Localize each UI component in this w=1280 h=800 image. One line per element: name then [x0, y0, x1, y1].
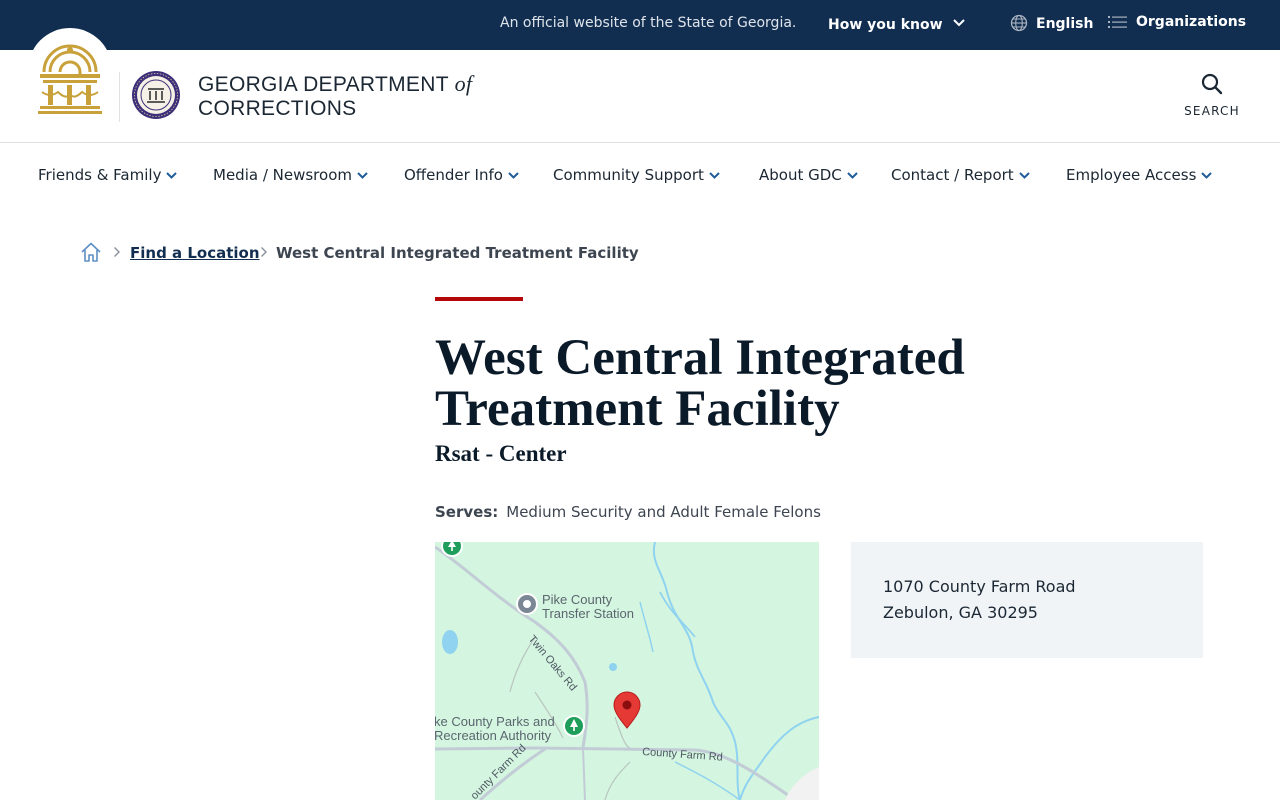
nav-contact-report[interactable]: Contact / Report: [891, 165, 1030, 184]
how-you-know-label: How you know: [828, 17, 943, 33]
chevron-down-icon: [847, 165, 858, 183]
site-title[interactable]: GEORGIA DEPARTMENT of CORRECTIONS: [198, 72, 472, 121]
search-icon: [1200, 73, 1224, 100]
nav-about-gdc[interactable]: About GDC: [759, 165, 858, 184]
serves-row: Serves: Medium Security and Adult Female …: [435, 503, 821, 521]
map-label-county-farm: County Farm Rd: [642, 746, 723, 764]
how-you-know-toggle[interactable]: How you know: [828, 15, 966, 33]
page-title: West Central Integrated Treatment Facili…: [435, 330, 965, 437]
serves-value: Medium Security and Adult Female Felons: [506, 503, 821, 521]
nav-community-support[interactable]: Community Support: [553, 165, 720, 184]
map-label-transfer-line1: Pike County: [542, 592, 613, 607]
main-nav: Friends & Family Media / Newsroom Offend…: [0, 143, 1280, 205]
stream-line: [674, 761, 741, 800]
chevron-down-icon: [357, 165, 368, 183]
nav-item-label: Offender Info: [404, 166, 503, 184]
home-icon[interactable]: [80, 241, 102, 267]
official-banner: An official website of the State of Geor…: [0, 0, 1280, 50]
minor-road: [604, 761, 631, 800]
nav-item-label: Friends & Family: [38, 166, 162, 184]
map-label-transfer-line2: Transfer Station: [542, 606, 634, 621]
language-label: English: [1036, 16, 1094, 32]
globe-icon: [1010, 14, 1028, 36]
chevron-down-icon: [953, 15, 966, 31]
map-label-county-farm-sw: ounty Farm Rd: [469, 742, 529, 800]
site-title-of: of: [454, 71, 473, 96]
nav-item-label: Community Support: [553, 166, 704, 184]
chevron-down-icon: [166, 165, 178, 183]
stream-line: [659, 591, 696, 638]
chevron-down-icon: [1018, 165, 1030, 183]
georgia-arch-logo[interactable]: [36, 40, 104, 120]
nav-item-label: Contact / Report: [891, 166, 1014, 184]
map-pin-icon[interactable]: [613, 691, 641, 729]
address-city: Zebulon, GA 30295: [883, 603, 1038, 622]
chevron-down-icon: [1201, 165, 1213, 183]
breadcrumb-find-location[interactable]: Find a Location: [130, 244, 260, 262]
nav-item-label: Employee Access: [1066, 166, 1197, 184]
pond-shape: [442, 630, 458, 654]
nav-item-label: About GDC: [759, 166, 842, 184]
nav-offender-info[interactable]: Offender Info: [404, 165, 519, 184]
nav-media-newsroom[interactable]: Media / Newsroom: [213, 165, 368, 184]
site-title-line2: CORRECTIONS: [198, 97, 357, 120]
organizations-label: Organizations: [1136, 14, 1247, 30]
site-header: GEORGIA DEPARTMENT of CORRECTIONS SEARCH: [0, 28, 1280, 143]
breadcrumb-separator-icon: [113, 246, 121, 261]
map-label-parks-line2: Recreation Authority: [435, 728, 552, 743]
organizations-link[interactable]: Organizations: [1108, 14, 1246, 34]
nav-employee-access[interactable]: Employee Access: [1066, 165, 1213, 184]
facility-type: Rsat - Center: [435, 441, 567, 466]
search-button[interactable]: SEARCH: [1180, 72, 1244, 118]
stream-line: [639, 601, 654, 653]
chevron-down-icon: [508, 165, 519, 183]
list-icon: [1108, 14, 1128, 34]
nav-item-label: Media / Newsroom: [213, 166, 352, 184]
nav-friends-family[interactable]: Friends & Family: [38, 165, 178, 184]
map-label-parks-line1: ke County Parks and: [435, 714, 555, 729]
language-selector[interactable]: English: [1010, 14, 1093, 36]
search-label: SEARCH: [1184, 104, 1240, 118]
header-divider: [119, 72, 120, 122]
pond-shape: [609, 663, 617, 671]
address-street: 1070 County Farm Road: [883, 577, 1076, 596]
serves-label: Serves:: [435, 503, 499, 521]
site-title-line1: GEORGIA DEPARTMENT: [198, 73, 449, 96]
road-south: [582, 747, 586, 800]
chevron-down-icon: [709, 165, 720, 183]
breadcrumb-separator-icon: [260, 246, 268, 261]
title-accent-bar: [435, 297, 523, 301]
map-label-twin-oaks: Twin Oaks Rd: [526, 633, 579, 693]
map-corner-area: [785, 767, 819, 800]
official-website-text: An official website of the State of Geor…: [500, 15, 797, 31]
location-map[interactable]: Pike County Transfer Station ke County P…: [435, 542, 819, 800]
transfer-station-pin-icon[interactable]: [516, 593, 538, 615]
park-pin-icon[interactable]: [563, 715, 585, 737]
gdc-seal-logo[interactable]: [131, 70, 181, 124]
address-card: 1070 County Farm Road Zebulon, GA 30295: [851, 542, 1203, 658]
breadcrumb-current: West Central Integrated Treatment Facili…: [276, 244, 639, 262]
